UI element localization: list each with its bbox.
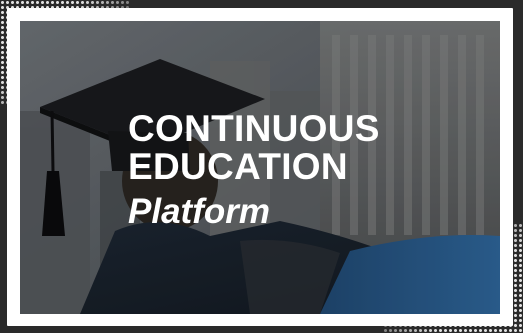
headline: CONTINUOUS EDUCATION Platform: [128, 110, 468, 229]
headline-line-continuous: CONTINUOUS: [128, 108, 380, 149]
headline-line-education: EDUCATION: [128, 146, 348, 187]
headline-line-platform: Platform: [128, 192, 270, 231]
banner-canvas: CONTINUOUS EDUCATION Platform: [0, 0, 523, 333]
